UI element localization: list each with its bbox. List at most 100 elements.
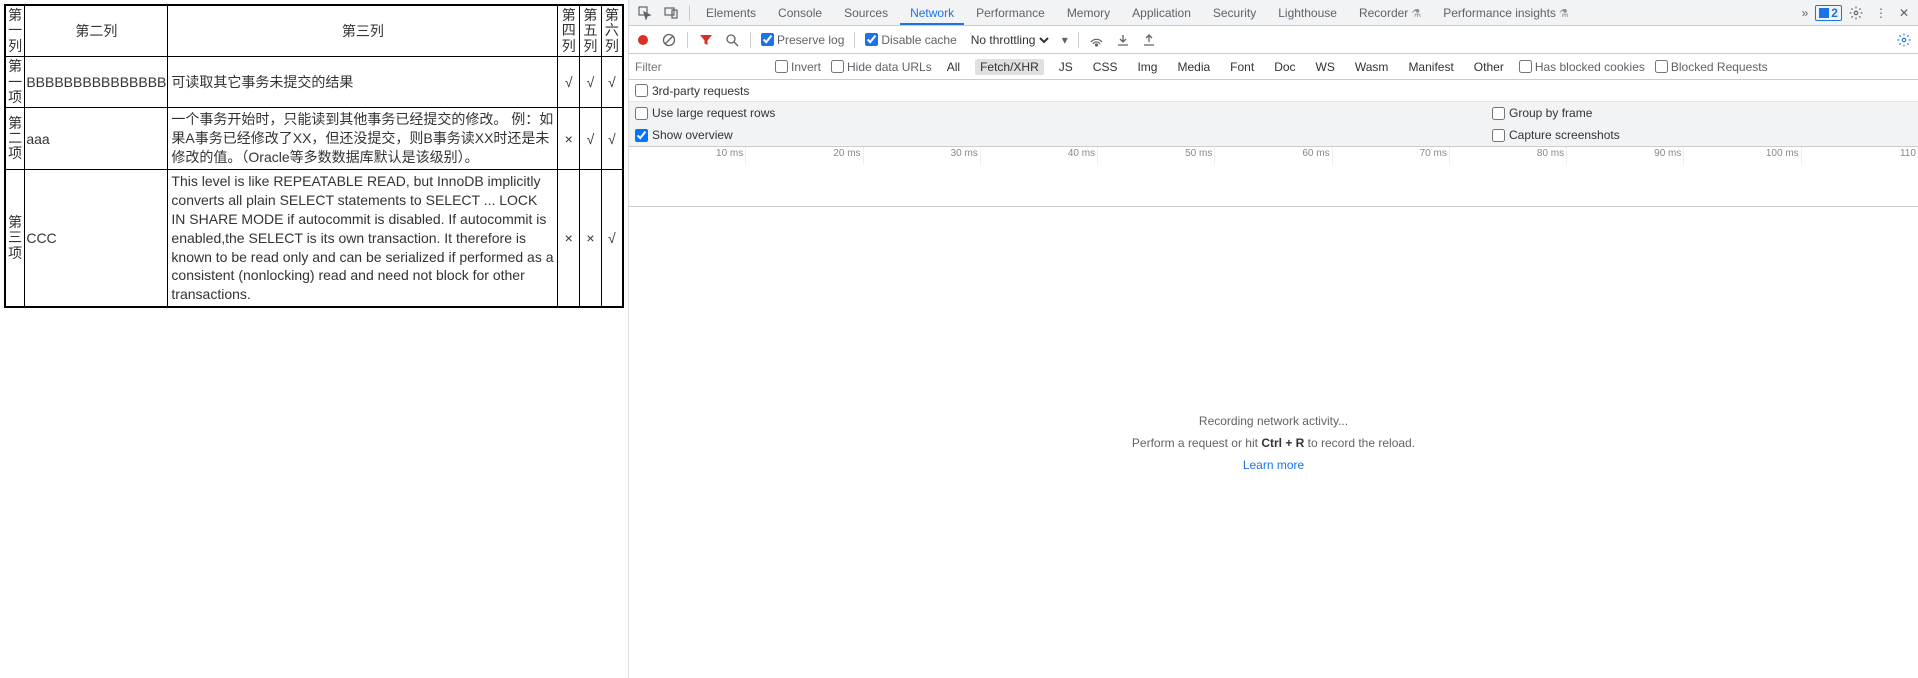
tab-performance[interactable]: Performance (966, 1, 1055, 25)
tab-recorder[interactable]: Recorder⚗ (1349, 1, 1431, 25)
row-label: 第三项 (5, 170, 25, 308)
filter-type-img[interactable]: Img (1132, 59, 1162, 75)
table-row: 第一项 BBBBBBBBBBBBBBB 可读取其它事务未提交的结果 √ √ √ (5, 57, 623, 108)
empty-hint: Perform a request or hit Ctrl + R to rec… (1132, 436, 1415, 450)
cell-c5: √ (580, 108, 602, 170)
group-by-frame-checkbox[interactable]: Group by frame (1492, 106, 1912, 120)
network-filter-bar: Invert Hide data URLs All Fetch/XHR JS C… (629, 54, 1918, 80)
settings-icon[interactable] (1844, 3, 1868, 23)
row-label: 第一项 (5, 57, 25, 108)
tab-security[interactable]: Security (1203, 1, 1266, 25)
search-icon[interactable] (724, 32, 740, 48)
tab-console[interactable]: Console (768, 1, 832, 25)
table-row: 第二项 aaa 一个事务开始时，只能读到其他事务已经提交的修改。 例：如果A事务… (5, 108, 623, 170)
filter-type-manifest[interactable]: Manifest (1403, 59, 1458, 75)
filter-type-ws[interactable]: WS (1311, 59, 1340, 75)
filter-type-css[interactable]: CSS (1088, 59, 1123, 75)
show-overview-checkbox[interactable]: Show overview (635, 128, 1492, 142)
tab-elements[interactable]: Elements (696, 1, 766, 25)
device-toolbar-icon[interactable] (659, 3, 683, 23)
third-party-requests-checkbox[interactable]: 3rd-party requests (635, 84, 749, 98)
network-settings-icon[interactable] (1896, 32, 1912, 48)
tab-lighthouse[interactable]: Lighthouse (1268, 1, 1347, 25)
tab-performance-insights[interactable]: Performance insights⚗ (1433, 1, 1579, 25)
col-header-3: 第三列 (168, 5, 558, 57)
col-header-2: 第二列 (25, 5, 168, 57)
cell-c3: 一个事务开始时，只能读到其他事务已经提交的修改。 例：如果A事务已经修改了XX，… (168, 108, 558, 170)
network-timeline-overview[interactable]: 10 ms 20 ms 30 ms 40 ms 50 ms 60 ms 70 m… (629, 147, 1918, 207)
filter-type-media[interactable]: Media (1172, 59, 1215, 75)
cell-c6: √ (601, 57, 623, 108)
filter-type-fetch-xhr[interactable]: Fetch/XHR (975, 59, 1044, 75)
flask-icon: ⚗ (1411, 8, 1421, 20)
capture-screenshots-checkbox[interactable]: Capture screenshots (1492, 128, 1912, 142)
disable-cache-checkbox[interactable]: Disable cache (865, 33, 956, 47)
throttling-select[interactable]: No throttling (967, 32, 1052, 48)
cell-c4: × (558, 170, 580, 308)
cell-c4: √ (558, 57, 580, 108)
filter-input[interactable] (635, 58, 765, 76)
timeline-tick: 50 ms (1185, 148, 1212, 159)
separator (1078, 32, 1079, 48)
filter-type-wasm[interactable]: Wasm (1350, 59, 1394, 75)
record-icon[interactable] (635, 32, 651, 48)
issues-badge[interactable]: 2 (1815, 5, 1842, 21)
tab-sources[interactable]: Sources (834, 1, 898, 25)
cell-c5: × (580, 170, 602, 308)
tab-network[interactable]: Network (900, 1, 964, 25)
inspect-element-icon[interactable] (633, 3, 657, 23)
filter-type-doc[interactable]: Doc (1269, 59, 1300, 75)
filter-icon[interactable] (698, 32, 714, 48)
cell-c2: aaa (25, 108, 168, 170)
tab-memory[interactable]: Memory (1057, 1, 1120, 25)
timeline-tick: 80 ms (1537, 148, 1564, 159)
cell-c3: 可读取其它事务未提交的结果 (168, 57, 558, 108)
timeline-tick: 40 ms (1068, 148, 1095, 159)
cell-c6: √ (601, 170, 623, 308)
network-subbar: 3rd-party requests (629, 80, 1918, 102)
timeline-tick: 100 ms (1766, 148, 1799, 159)
table-header-row: 第一列 第二列 第三列 第四列 第五列 第六列 (5, 5, 623, 57)
col-header-1: 第一列 (5, 5, 25, 57)
filter-type-js[interactable]: JS (1054, 59, 1078, 75)
col-header-4: 第四列 (558, 5, 580, 57)
network-options: Use large request rows Group by frame Sh… (629, 102, 1918, 147)
col-header-6: 第六列 (601, 5, 623, 57)
empty-title: Recording network activity... (1199, 414, 1348, 428)
separator (689, 5, 690, 21)
timeline-ruler: 10 ms 20 ms 30 ms 40 ms 50 ms 60 ms 70 m… (629, 147, 1918, 165)
devtools-panel: Elements Console Sources Network Perform… (628, 0, 1918, 678)
filter-type-other[interactable]: Other (1469, 59, 1509, 75)
kebab-menu-icon[interactable]: ⋮ (1870, 3, 1892, 23)
cell-c3: This level is like REPEATABLE READ, but … (168, 170, 558, 308)
filter-type-font[interactable]: Font (1225, 59, 1259, 75)
timeline-tick: 70 ms (1420, 148, 1447, 159)
timeline-tick: 110 (1900, 148, 1916, 159)
blocked-requests-checkbox[interactable]: Blocked Requests (1655, 60, 1768, 74)
chevron-down-icon: ▾ (1062, 33, 1068, 47)
separator (687, 32, 688, 48)
use-large-rows-checkbox[interactable]: Use large request rows (635, 106, 1492, 120)
row-label: 第二项 (5, 108, 25, 170)
tab-application[interactable]: Application (1122, 1, 1201, 25)
col-header-5: 第五列 (580, 5, 602, 57)
table-row: 第三项 CCC This level is like REPEATABLE RE… (5, 170, 623, 308)
export-har-icon[interactable] (1141, 32, 1157, 48)
filter-type-all[interactable]: All (942, 59, 965, 75)
more-tabs-icon[interactable]: » (1797, 3, 1814, 23)
invert-checkbox[interactable]: Invert (775, 60, 821, 74)
learn-more-link[interactable]: Learn more (1243, 458, 1304, 472)
clear-icon[interactable] (661, 32, 677, 48)
network-conditions-icon[interactable] (1089, 32, 1105, 48)
preserve-log-checkbox[interactable]: Preserve log (761, 33, 844, 47)
hide-data-urls-checkbox[interactable]: Hide data URLs (831, 60, 932, 74)
timeline-tick: 90 ms (1654, 148, 1681, 159)
flask-icon: ⚗ (1559, 8, 1569, 20)
separator (854, 32, 855, 48)
has-blocked-cookies-checkbox[interactable]: Has blocked cookies (1519, 60, 1645, 74)
cell-c2: BBBBBBBBBBBBBBB (25, 57, 168, 108)
import-har-icon[interactable] (1115, 32, 1131, 48)
cell-c4: × (558, 108, 580, 170)
close-devtools-icon[interactable]: ✕ (1894, 3, 1914, 23)
cell-c6: √ (601, 108, 623, 170)
